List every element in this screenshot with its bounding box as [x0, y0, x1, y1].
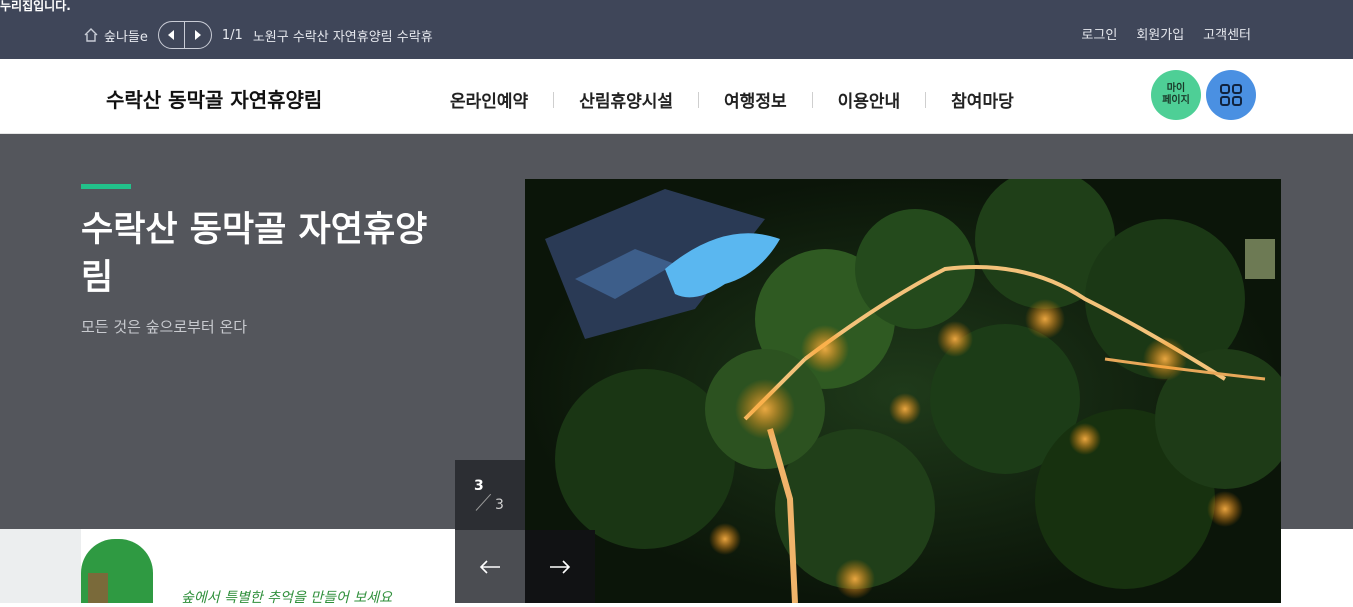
signup-link[interactable]: 회원가입 — [1136, 24, 1184, 43]
forest-night-photo — [525, 179, 1281, 603]
pager-next-button[interactable] — [185, 22, 211, 48]
nav-usage-guide[interactable]: 이용안내 — [838, 87, 901, 112]
hero-subtitle: 모든 것은 숲으로부터 온다 — [81, 318, 248, 336]
top-utility-bar: 누리집입니다. 숲나들e 1/1 노원구 수락산 자연휴양림 수락휴 로그인 회… — [0, 0, 1353, 59]
mypage-label-2: 페이지 — [1162, 95, 1190, 106]
breadcrumb-site[interactable]: 숲나들e — [104, 26, 148, 45]
home-icon[interactable] — [83, 27, 99, 43]
nav-travel-info[interactable]: 여행정보 — [724, 87, 787, 112]
mypage-button[interactable]: 마이 페이지 — [1151, 70, 1201, 120]
login-link[interactable]: 로그인 — [1081, 24, 1117, 43]
hero-title: 수락산 동막골 자연휴양림 — [81, 210, 428, 298]
nav-divider — [698, 91, 700, 108]
util-links: 로그인 회원가입 고객센터 — [1081, 24, 1251, 43]
site-header: 수락산 동막골 자연휴양림 온라인예약 산림휴양시설 여행정보 이용안내 참여마… — [0, 59, 1353, 134]
breadcrumb: 숲나들e 1/1 노원구 수락산 자연휴양림 수락휴 — [83, 21, 433, 49]
slide-total: 3 — [495, 497, 504, 513]
triangle-right-icon — [194, 30, 201, 40]
gov-notice: 누리집입니다. — [0, 0, 71, 13]
grid-menu-icon — [1220, 84, 1242, 106]
site-logo[interactable]: 수락산 동막골 자연휴양림 — [106, 84, 322, 113]
mypage-label-1: 마이 — [1166, 83, 1186, 94]
slide-prev-button[interactable] — [455, 530, 525, 603]
nav-divider — [925, 91, 927, 108]
nav-online-reservation[interactable]: 온라인예약 — [450, 87, 528, 112]
nav-community[interactable]: 참여마당 — [951, 87, 1014, 112]
hero-photo — [525, 179, 1281, 603]
nav-facilities[interactable]: 산림휴양시설 — [579, 87, 673, 112]
slide-current: 3 — [474, 478, 484, 494]
arrow-left-icon — [479, 559, 500, 574]
arrow-right-icon — [550, 559, 571, 574]
triangle-left-icon — [168, 30, 175, 40]
customer-center-link[interactable]: 고객센터 — [1203, 24, 1251, 43]
main-nav: 온라인예약 산림휴양시설 여행정보 이용안내 참여마당 — [450, 87, 1014, 112]
breadcrumb-count: 1/1 — [221, 27, 243, 43]
pager-prev-button[interactable] — [159, 22, 185, 48]
below-gray-block — [0, 529, 81, 603]
slide-next-button[interactable] — [525, 530, 595, 603]
nav-divider — [553, 91, 555, 108]
breadcrumb-pager — [157, 21, 212, 49]
slide-counter: 3 3 — [455, 460, 525, 530]
all-menu-button[interactable] — [1206, 70, 1256, 120]
nav-divider — [811, 91, 813, 108]
tree-trunk-illustration — [88, 573, 108, 603]
slide-counter-divider — [475, 493, 492, 511]
slogan-text: 숲에서 특별한 추억을 만들어 보세요 — [181, 590, 392, 606]
breadcrumb-path[interactable]: 노원구 수락산 자연휴양림 수락휴 — [253, 26, 433, 45]
hero-accent-bar — [81, 184, 131, 189]
